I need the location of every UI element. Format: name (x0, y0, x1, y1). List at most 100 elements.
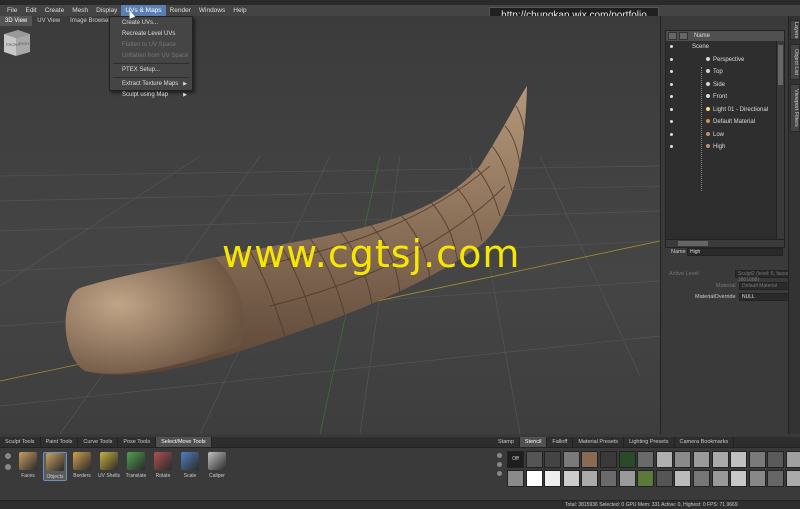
stencil-swatch[interactable] (767, 451, 785, 468)
tab-curve-tools[interactable]: Curve Tools (78, 437, 119, 447)
stencil-swatch[interactable] (562, 470, 580, 487)
stencil-swatch[interactable] (581, 451, 599, 468)
stencil-swatch[interactable] (674, 470, 692, 487)
dropdown-item-create-uvs[interactable]: Create UVs... (110, 18, 192, 29)
outliner-item-default-material[interactable]: Default Material (666, 116, 784, 129)
stencil-swatch[interactable] (786, 470, 800, 487)
tool-objects[interactable]: Objects (43, 452, 67, 481)
outliner-item-low[interactable]: Low (666, 129, 784, 142)
tab-object-list[interactable]: Object List (790, 44, 800, 80)
visibility-icon[interactable] (670, 120, 673, 123)
menu-create[interactable]: Create (41, 5, 69, 16)
tab-falloff[interactable]: Falloff (547, 437, 574, 447)
stencil-swatch[interactable] (637, 451, 655, 468)
stencil-swatch[interactable] (600, 451, 617, 468)
visibility-icon[interactable] (670, 45, 673, 48)
stencil-swatch[interactable] (711, 451, 729, 468)
outliner-horizontal-scrollbar[interactable] (666, 239, 784, 247)
menu-windows[interactable]: Windows (195, 5, 229, 16)
stencil-off-swatch[interactable]: Off (507, 451, 524, 468)
outliner-item-scene[interactable]: Scene (666, 41, 784, 54)
stencil-swatch[interactable] (748, 451, 766, 468)
outliner-item-perspective[interactable]: Perspective (666, 54, 784, 67)
stencil-swatch[interactable] (655, 451, 673, 468)
tool-uv-shells[interactable]: UV Shells (97, 452, 121, 479)
visibility-icon[interactable] (670, 82, 673, 86)
stencil-swatch[interactable] (600, 470, 617, 487)
tray-nav-down-icon[interactable] (5, 464, 11, 470)
outliner-item-high[interactable]: High (666, 141, 784, 154)
outliner[interactable]: Name Scene Perspective Top Side Front Light 0… (665, 30, 785, 248)
scroll-thumb[interactable] (778, 45, 783, 85)
visibility-icon[interactable] (670, 70, 673, 73)
visibility-icon[interactable] (670, 95, 673, 98)
stencil-swatch[interactable] (507, 470, 524, 487)
view-cube[interactable]: FRONT RIGHT (0, 26, 32, 60)
stencil-swatch[interactable] (711, 470, 729, 487)
stencil-swatch[interactable] (544, 470, 562, 487)
stencil-swatch[interactable] (655, 470, 673, 487)
dropdown-item-sculpt-using-map[interactable]: Sculpt using Map ▶ (110, 90, 192, 101)
tab-layers[interactable]: Layers (790, 20, 800, 40)
tab-stencil[interactable]: Stencil (519, 437, 548, 447)
outliner-vertical-scrollbar[interactable] (776, 41, 784, 241)
tool-borders[interactable]: Borders (70, 452, 94, 479)
tab-uv-view[interactable]: UV View (32, 16, 65, 26)
dropdown-item-ptex-setup[interactable]: PTEX Setup... (110, 65, 192, 76)
visibility-icon[interactable] (670, 57, 673, 61)
outliner-item-light-01-directional[interactable]: Light 01 - Directional (666, 104, 784, 117)
tab-lighting-presets[interactable]: Lighting Presets (624, 437, 675, 447)
visibility-header-icon[interactable] (668, 32, 677, 40)
tool-caliper[interactable]: Caliper (205, 452, 229, 479)
stencil-swatch[interactable] (525, 451, 543, 468)
menu-mesh[interactable]: Mesh (68, 5, 92, 16)
tab-sculpt-tools[interactable]: Sculpt Tools (0, 437, 41, 447)
tab-pose-tools[interactable]: Pose Tools (118, 437, 157, 447)
tool-scale[interactable]: Scale (178, 452, 202, 479)
menu-help[interactable]: Help (229, 5, 250, 16)
menu-display[interactable]: Display (92, 5, 121, 16)
tab-select-move-tools[interactable]: Select/Move Tools (156, 437, 212, 447)
dropdown-item-extract-texture-maps[interactable]: Extract Texture Maps ▶ (110, 79, 192, 90)
outliner-item-top[interactable]: Top (666, 66, 784, 79)
stencil-swatch[interactable] (581, 470, 599, 487)
stencil-swatch[interactable] (693, 470, 710, 487)
3d-viewport[interactable]: FRONT RIGHT (0, 26, 660, 434)
menu-edit[interactable]: Edit (21, 5, 40, 16)
menu-render[interactable]: Render (166, 5, 195, 16)
stencil-swatch[interactable] (562, 451, 580, 468)
scroll-thumb[interactable] (678, 241, 708, 246)
tab-camera-bookmarks[interactable]: Camera Bookmarks (675, 437, 735, 447)
menu-file[interactable]: File (3, 5, 21, 16)
tab-material-presets[interactable]: Material Presets (573, 437, 625, 447)
stencil-swatch[interactable] (618, 470, 636, 487)
stencil-swatch[interactable] (525, 470, 543, 487)
stencil-swatch[interactable] (674, 451, 692, 468)
tab-3d-view[interactable]: 3D View (0, 16, 33, 26)
dropdown-item-recreate-level-uvs[interactable]: Recreate Level UVs (110, 29, 192, 40)
stencil-nav-mid-icon[interactable] (497, 462, 502, 467)
visibility-icon[interactable] (670, 107, 673, 111)
tray-nav-up-icon[interactable] (5, 453, 11, 459)
tool-translate[interactable]: Translate (124, 452, 148, 479)
name-field[interactable]: High (687, 248, 783, 256)
visibility-icon[interactable] (670, 132, 673, 136)
tool-faces[interactable]: Faces (16, 452, 40, 479)
stencil-swatch[interactable] (730, 451, 748, 468)
outliner-item-side[interactable]: Side (666, 79, 784, 92)
stencil-swatch[interactable] (748, 470, 766, 487)
stencil-swatch[interactable] (544, 451, 562, 468)
tab-viewport-filters[interactable]: Viewport Filters (790, 84, 800, 132)
tab-stamp[interactable]: Stamp (493, 437, 520, 447)
lock-header-icon[interactable] (679, 32, 688, 40)
stencil-swatch[interactable] (767, 470, 785, 487)
tab-image-browser[interactable]: Image Browser (65, 16, 115, 26)
stencil-swatch[interactable] (693, 451, 710, 468)
tool-rotate[interactable]: Rotate (151, 452, 175, 479)
stencil-nav-up-icon[interactable] (497, 453, 502, 458)
stencil-swatch[interactable] (730, 470, 748, 487)
stencil-swatch[interactable] (637, 470, 655, 487)
visibility-icon[interactable] (670, 145, 673, 148)
outliner-item-front[interactable]: Front (666, 91, 784, 104)
stencil-swatch[interactable] (618, 451, 636, 468)
